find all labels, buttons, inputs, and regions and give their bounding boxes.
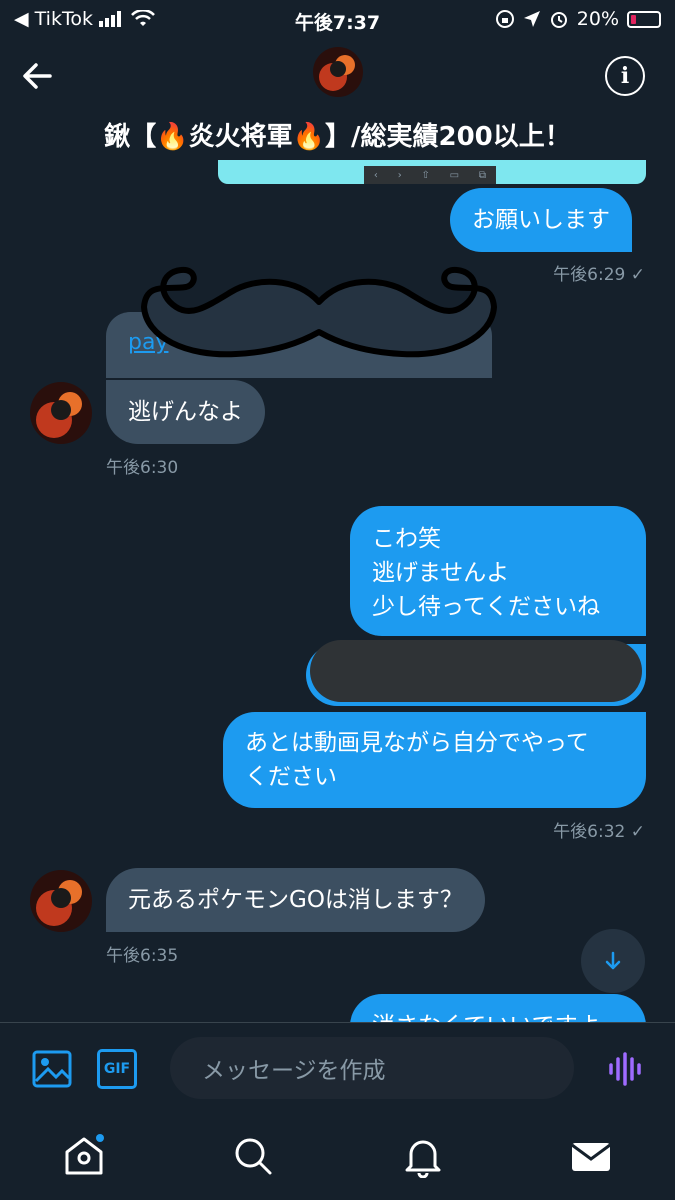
message-composer: GIF メッセージを作成 [0, 1022, 675, 1112]
message-input[interactable]: メッセージを作成 [170, 1037, 574, 1099]
image-icon[interactable] [32, 1049, 72, 1089]
timestamp: 午後6:32 ✓ [553, 822, 645, 842]
gif-label: GIF [103, 1061, 131, 1077]
status-right: 20% [495, 8, 661, 30]
battery-percent: 20% [576, 8, 619, 30]
location-icon [523, 11, 540, 27]
message-out[interactable]: お願いします [450, 188, 632, 252]
timestamp: 午後6:30 [106, 458, 179, 478]
redaction-overlay [310, 640, 642, 702]
image-toolbar: ‹ › ⇧ ▭ ⧉ [364, 166, 496, 184]
message-text: こわ笑 [372, 526, 441, 552]
gif-icon[interactable]: GIF [97, 1049, 137, 1089]
scroll-down-button[interactable] [581, 929, 645, 993]
scroll-down-icon [605, 951, 621, 970]
mustache-sticker [141, 266, 497, 358]
info-icon[interactable]: i [605, 56, 645, 96]
back-arrow-icon[interactable] [18, 56, 58, 96]
status-bar: ◀ TikTok 午後7:37 20% [0, 0, 675, 40]
timestamp: 午後6:29 ✓ [553, 265, 645, 285]
battery-icon [627, 10, 661, 28]
conversation-header: i 鍬【🔥炎火将軍🔥】/総実績200以上！ [0, 40, 675, 170]
search-icon[interactable] [231, 1134, 275, 1178]
bell-icon[interactable] [401, 1134, 445, 1178]
message-text: 元あるポケモンGOは消します？ [128, 887, 463, 913]
home-icon[interactable] [62, 1134, 106, 1178]
tab-bar [0, 1112, 675, 1200]
message-in[interactable]: 元あるポケモンGOは消します？ [106, 868, 485, 932]
header-avatar[interactable] [313, 47, 363, 97]
image-attachment[interactable]: ‹ › ⇧ ▭ ⧉ [218, 160, 646, 184]
voice-icon[interactable] [605, 1049, 645, 1089]
lock-rotation-icon [495, 10, 514, 28]
message-text: あとは動画見ながら自分でやって [245, 730, 589, 756]
timestamp: 午後6:35 [106, 946, 179, 966]
message-in[interactable]: 逃げんなよ [106, 380, 265, 444]
alarm-icon [550, 12, 567, 28]
conversation-title: 鍬【🔥炎火将軍🔥】/総実績200以上！ [104, 122, 571, 152]
message-text: お願いします [472, 207, 610, 233]
message-text: 逃げませんよ [372, 560, 510, 586]
message-text: 逃げんなよ [128, 399, 243, 425]
message-text: 少し待ってくださいね [372, 594, 601, 620]
message-text: ください [245, 764, 337, 790]
message-input-placeholder: メッセージを作成 [202, 1058, 386, 1084]
message-out[interactable]: あとは動画見ながら自分でやって ください [223, 712, 646, 808]
sender-avatar[interactable] [30, 870, 92, 932]
message-out[interactable]: こわ笑 逃げませんよ 少し待ってくださいね [350, 506, 646, 636]
sender-avatar[interactable] [30, 382, 92, 444]
mail-icon[interactable] [569, 1134, 613, 1178]
